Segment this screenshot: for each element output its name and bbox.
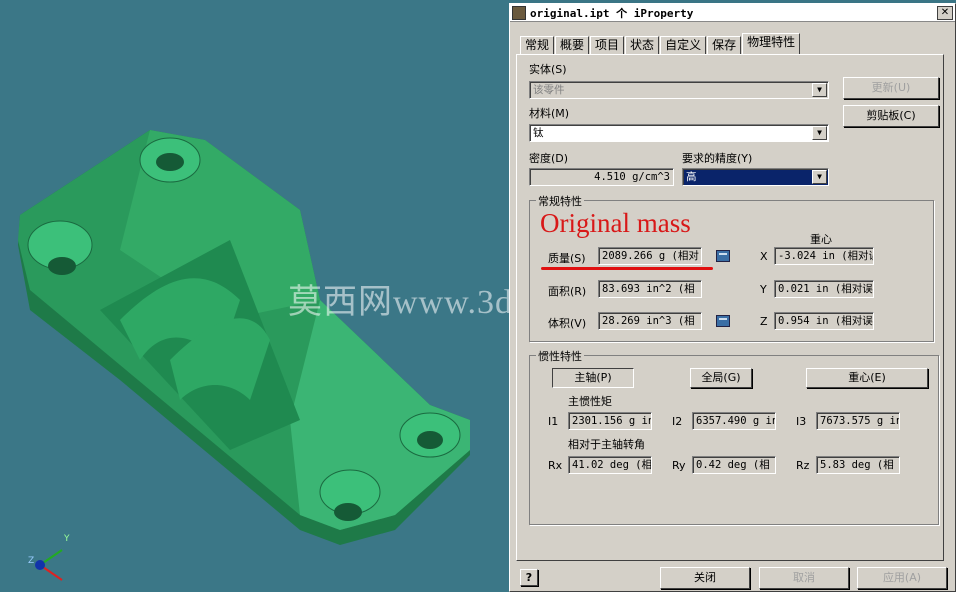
i2-field: 6357.490 g in — [692, 412, 776, 430]
x-label: X — [760, 250, 768, 263]
density-label: 密度(D) — [529, 152, 569, 165]
y-label: Y — [760, 283, 767, 296]
y-field: 0.021 in (相对误 — [774, 280, 874, 298]
i2-label: I2 — [672, 415, 683, 428]
ry-label: Ry — [672, 459, 686, 472]
rz-field: 5.83 deg (相 — [816, 456, 900, 474]
area-label: 面积(R) — [548, 285, 587, 298]
material-label: 材料(M) — [529, 107, 570, 120]
physical-panel: 实体(S) 该零件 ▼ 更新(U) 材料(M) 钛 ▼ 剪贴板(C) 密度(D) 4… — [516, 54, 944, 561]
area-field: 83.693 in^2 (相 — [598, 280, 702, 298]
tab-custom[interactable]: 自定义 — [660, 36, 707, 54]
i3-label: I3 — [796, 415, 807, 428]
z-field: 0.954 in (相对误 — [774, 312, 874, 330]
annotation-underline — [541, 267, 713, 270]
i1-field: 2301.156 g in — [568, 412, 652, 430]
y-axis-label: Y — [64, 534, 70, 544]
x-field: -3.024 in (相对误 — [774, 247, 874, 265]
calculator-icon[interactable] — [716, 250, 730, 262]
accuracy-value: 高 — [686, 171, 697, 183]
tab-status[interactable]: 状态 — [625, 36, 660, 54]
rx-label: Rx — [548, 459, 563, 472]
cog-title: 重心 — [810, 233, 832, 246]
material-select[interactable]: 钛 ▼ — [529, 124, 829, 142]
close-button[interactable]: 关闭 — [660, 567, 750, 589]
tab-save[interactable]: 保存 — [707, 36, 742, 54]
cog-button[interactable]: 重心(E) — [806, 368, 928, 388]
z-axis-label: Z — [28, 556, 35, 566]
tab-physical[interactable]: 物理特性 — [742, 33, 801, 54]
z-label: Z — [760, 315, 768, 328]
iproperty-dialog: original.ipt 个 iProperty ✕ 常规 概要 项目 状态 自… — [509, 3, 956, 592]
title-bar: original.ipt 个 iProperty ✕ — [510, 4, 955, 22]
solid-value: 该零件 — [533, 84, 565, 96]
update-button[interactable]: 更新(U) — [843, 77, 939, 99]
app-icon — [512, 5, 526, 20]
solid-select[interactable]: 该零件 ▼ — [529, 81, 829, 99]
principal-button[interactable]: 主轴(P) — [552, 368, 634, 388]
general-title: 常规特性 — [536, 193, 584, 209]
volume-label: 体积(V) — [548, 317, 587, 330]
inertia-title: 惯性特性 — [536, 348, 584, 364]
rotation-title: 相对于主轴转角 — [568, 438, 645, 451]
calculator-icon[interactable] — [716, 315, 730, 327]
mass-label: 质量(S) — [548, 252, 586, 265]
material-value: 钛 — [533, 127, 544, 139]
i1-label: I1 — [548, 415, 559, 428]
chevron-down-icon[interactable]: ▼ — [812, 83, 827, 97]
cancel-button[interactable]: 取消 — [759, 567, 849, 589]
clipboard-button[interactable]: 剪贴板(C) — [843, 105, 939, 127]
rx-field: 41.02 deg (相 — [568, 456, 652, 474]
help-icon[interactable]: ? — [520, 569, 538, 586]
tab-summary[interactable]: 概要 — [555, 36, 590, 54]
accuracy-select[interactable]: 高 ▼ — [682, 168, 829, 186]
solid-label: 实体(S) — [529, 63, 567, 76]
tab-project[interactable]: 项目 — [590, 36, 625, 54]
rz-label: Rz — [796, 459, 810, 472]
accuracy-label: 要求的精度(Y) — [682, 152, 753, 165]
i3-field: 7673.575 g in — [816, 412, 900, 430]
chevron-down-icon[interactable]: ▼ — [812, 170, 827, 184]
chevron-down-icon[interactable]: ▼ — [812, 126, 827, 140]
inertia-group: 惯性特性 主轴(P) 全局(G) 重心(E) 主惯性矩 I1 2301.156 … — [529, 348, 939, 525]
close-icon[interactable]: ✕ — [937, 5, 953, 20]
window-title: original.ipt 个 iProperty — [530, 6, 694, 20]
density-field: 4.510 g/cm^3 — [529, 168, 674, 186]
mass-field: 2089.266 g (相对 — [598, 247, 702, 265]
volume-field: 28.269 in^3 (相 — [598, 312, 702, 330]
moments-title: 主惯性矩 — [568, 395, 612, 408]
tab-general[interactable]: 常规 — [520, 36, 555, 54]
ry-field: 0.42 deg (相 — [692, 456, 776, 474]
apply-button[interactable]: 应用(A) — [857, 567, 947, 589]
annotation-text: Original mass — [540, 208, 691, 238]
global-button[interactable]: 全局(G) — [690, 368, 752, 388]
tab-strip: 常规 概要 项目 状态 自定义 保存 物理特性 — [520, 33, 801, 54]
